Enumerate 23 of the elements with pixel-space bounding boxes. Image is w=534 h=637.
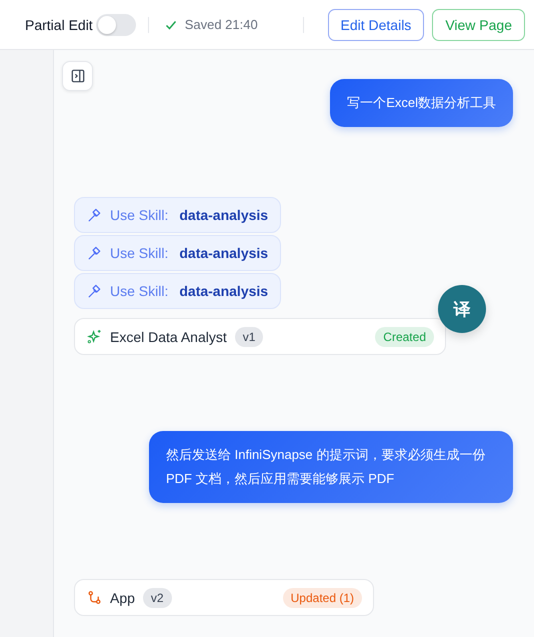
partial-edit-toggle[interactable] <box>96 14 136 36</box>
hammer-icon <box>87 246 102 260</box>
skill-chip[interactable]: Use Skill: data-analysis <box>74 273 282 309</box>
save-status: Saved 21:40 <box>184 17 258 32</box>
partial-edit-label: Partial Edit <box>25 16 93 32</box>
artifact-card[interactable]: App v2 Updated (1) <box>74 579 374 616</box>
hammer-icon <box>87 284 102 298</box>
version-badge: v2 <box>142 588 172 608</box>
artifact-card[interactable]: Excel Data Analyst v1 Created <box>74 318 446 355</box>
version-badge: v1 <box>234 326 264 346</box>
status-badge: Updated (1) <box>282 588 362 608</box>
user-message: 写一个Excel数据分析工具 <box>330 79 513 127</box>
status-badge: Created <box>375 326 434 346</box>
header-button[interactable]: Edit Details <box>328 8 424 40</box>
check-icon <box>164 18 177 30</box>
hammer-icon <box>87 208 102 222</box>
branch-icon <box>87 590 102 605</box>
sparkle-icon <box>87 329 102 344</box>
translate-button[interactable]: 译 <box>438 285 486 333</box>
sidebar-toggle-icon[interactable] <box>62 61 93 91</box>
skill-chip[interactable]: Use Skill: data-analysis <box>74 235 282 271</box>
user-message: 然后发送给 InfiniSynapse 的提示词，要求必须生成一份PDF 文档，然后应用需要能够展示 PDF <box>149 431 513 503</box>
skill-chip[interactable]: Use Skill: data-analysis <box>74 197 282 233</box>
